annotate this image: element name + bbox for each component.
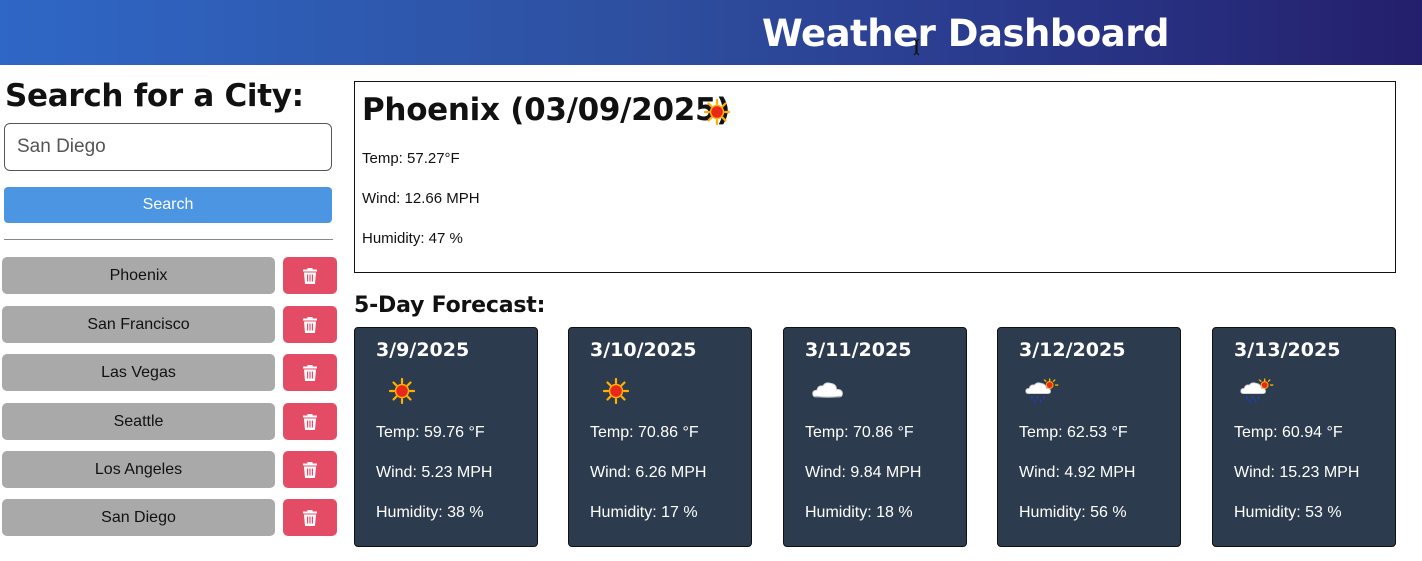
trash-icon [303, 316, 317, 333]
search-heading: Search for a City: [5, 78, 304, 114]
history-city-button[interactable]: Los Angeles [2, 451, 275, 488]
forecast-humidity: Humidity: 18 % [805, 504, 913, 521]
delete-city-button[interactable] [283, 257, 337, 294]
history-city-button[interactable]: San Diego [2, 499, 275, 536]
delete-city-button[interactable] [283, 403, 337, 440]
current-wind: Wind: 12.66 MPH [362, 190, 480, 207]
delete-city-button[interactable] [283, 306, 337, 343]
forecast-humidity: Humidity: 53 % [1234, 504, 1342, 521]
forecast-wind: Wind: 5.23 MPH [376, 464, 493, 481]
trash-icon [303, 461, 317, 478]
forecast-card: 3/11/2025 Temp: 70.86 °F Wind: 9.84 MPH … [783, 327, 967, 547]
forecast-wind: Wind: 15.23 MPH [1234, 464, 1360, 481]
forecast-card: 3/9/2025 Temp: 59.76 °F Wind: 5.23 MPH H… [354, 327, 538, 547]
text-cursor-icon [913, 38, 920, 56]
history-city-button[interactable]: San Francisco [2, 306, 275, 343]
forecast-card: 3/12/2025 Temp: 62.53 °F Wind: 4.92 MPH … [997, 327, 1181, 547]
forecast-humidity: Humidity: 17 % [590, 504, 698, 521]
forecast-card: 3/10/2025 Temp: 70.86 °F Wind: 6.26 MPH … [568, 327, 752, 547]
sidebar-divider [4, 239, 333, 240]
trash-icon [303, 413, 317, 430]
history-item: Los Angeles [2, 451, 338, 489]
forecast-temp: Temp: 70.86 °F [590, 424, 699, 441]
history-item: Seattle [2, 403, 338, 441]
rain-icon [1025, 378, 1059, 403]
rain-icon [1240, 378, 1274, 403]
history-item: San Francisco [2, 306, 338, 344]
forecast-date: 3/13/2025 [1234, 339, 1341, 361]
cloud-icon [812, 382, 843, 398]
delete-city-button[interactable] [283, 354, 337, 391]
history-city-button[interactable]: Seattle [2, 403, 275, 440]
forecast-date: 3/12/2025 [1019, 339, 1126, 361]
sun-icon [388, 377, 416, 405]
history-item: Phoenix [2, 257, 338, 295]
forecast-temp: Temp: 59.76 °F [376, 424, 485, 441]
city-search-input[interactable] [4, 123, 332, 171]
delete-city-button[interactable] [283, 499, 337, 536]
delete-city-button[interactable] [283, 451, 337, 488]
search-button[interactable]: Search [4, 187, 332, 223]
forecast-temp: Temp: 60.94 °F [1234, 424, 1343, 441]
current-weather-panel: Phoenix (03/09/2025) Temp: 57.27°F Wind:… [354, 81, 1396, 273]
history-city-button[interactable]: Las Vegas [2, 354, 275, 391]
history-item: San Diego [2, 499, 338, 537]
forecast-humidity: Humidity: 38 % [376, 504, 484, 521]
forecast-wind: Wind: 9.84 MPH [805, 464, 922, 481]
current-temp: Temp: 57.27°F [362, 150, 460, 167]
forecast-humidity: Humidity: 56 % [1019, 504, 1127, 521]
trash-icon [303, 509, 317, 526]
page-title: Weather Dashboard [762, 12, 1169, 55]
forecast-date: 3/10/2025 [590, 339, 697, 361]
history-city-button[interactable]: Phoenix [2, 257, 275, 294]
trash-icon [303, 267, 317, 284]
forecast-heading: 5-Day Forecast: [354, 293, 546, 318]
forecast-date: 3/9/2025 [376, 339, 470, 361]
current-humidity: Humidity: 47 % [362, 230, 463, 247]
trash-icon [303, 364, 317, 381]
current-city-title: Phoenix (03/09/2025) [362, 92, 731, 128]
app-header: Weather Dashboard [0, 0, 1422, 65]
forecast-temp: Temp: 62.53 °F [1019, 424, 1128, 441]
forecast-wind: Wind: 6.26 MPH [590, 464, 707, 481]
forecast-wind: Wind: 4.92 MPH [1019, 464, 1136, 481]
forecast-date: 3/11/2025 [805, 339, 912, 361]
sun-icon [704, 99, 730, 125]
forecast-temp: Temp: 70.86 °F [805, 424, 914, 441]
forecast-card: 3/13/2025 Temp: 60.94 °F Wind: 15.23 MPH… [1212, 327, 1396, 547]
sun-icon [602, 377, 630, 405]
history-item: Las Vegas [2, 354, 338, 392]
